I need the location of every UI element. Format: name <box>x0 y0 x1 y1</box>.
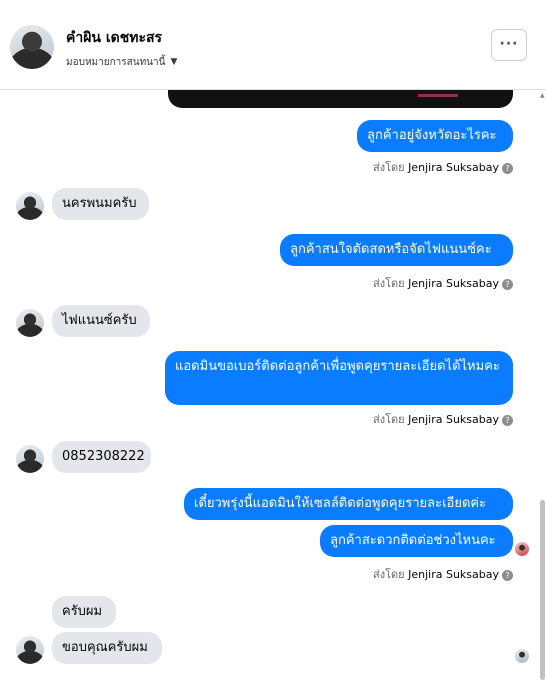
avatar <box>16 445 44 473</box>
sent-by-prefix: ส่งโดย <box>373 568 405 581</box>
sent-by-label: ส่งโดย Jenjira Suksabay? <box>373 274 513 292</box>
help-icon[interactable]: ? <box>502 163 513 174</box>
sent-by-label: ส่งโดย Jenjira Suksabay? <box>373 410 513 428</box>
scroll-up-icon[interactable]: ▲ <box>540 92 545 99</box>
message-bubble-incoming: ขอบคุณครับผม <box>52 632 162 664</box>
seen-avatar <box>515 649 529 663</box>
message-bubble-outgoing: ลูกค้าอยู่จังหวัดอะไรคะ <box>357 120 513 152</box>
seen-avatar <box>515 542 529 556</box>
message-bubble-incoming: ไฟแนนซ์ครับ <box>52 305 150 337</box>
help-icon[interactable]: ? <box>502 415 513 426</box>
sent-by-prefix: ส่งโดย <box>373 413 405 426</box>
message-bubble-outgoing: เดี๋ยวพรุ่งนี้แอดมินให้เซลล์ติดต่อพูดคุย… <box>184 488 513 520</box>
conversation-header: คำผิน เดชทะสร มอบหมายการสนทนานี้ ▼ ··· <box>0 0 546 90</box>
message-bubble-incoming: ครับผม <box>52 596 116 628</box>
avatar <box>16 192 44 220</box>
message-bubble-outgoing: ลูกค้าสะดวกติดต่อช่วงไหนคะ <box>320 525 513 557</box>
sent-by-prefix: ส่งโดย <box>373 161 405 174</box>
sent-by-label: ส่งโดย Jenjira Suksabay? <box>373 565 513 583</box>
scrollbar-thumb[interactable] <box>540 500 545 680</box>
sent-by-label: ส่งโดย Jenjira Suksabay? <box>373 158 513 176</box>
help-icon[interactable]: ? <box>502 279 513 290</box>
avatar <box>16 309 44 337</box>
message-bubble-incoming: นครพนมครับ <box>52 188 149 220</box>
sent-by-prefix: ส่งโดย <box>373 277 405 290</box>
media-attachment[interactable] <box>168 90 513 108</box>
assign-conversation-label: มอบหมายการสนทนานี้ <box>66 57 166 68</box>
message-bubble-outgoing: แอดมินขอเบอร์ติดต่อลูกค้าเพื่อพูดคุยรายล… <box>165 351 513 405</box>
sent-by-agent: Jenjira Suksabay <box>408 413 499 426</box>
help-icon[interactable]: ? <box>502 570 513 581</box>
avatar <box>16 636 44 664</box>
customer-name[interactable]: คำผิน เดชทะสร <box>66 27 162 49</box>
sent-by-agent: Jenjira Suksabay <box>408 568 499 581</box>
caret-down-icon: ▼ <box>170 57 178 67</box>
customer-avatar[interactable] <box>10 25 54 69</box>
message-bubble-outgoing: ลูกค้าสนใจตัดสดหรือจัดไฟแนนซ์คะ <box>280 234 513 266</box>
assign-conversation-dropdown[interactable]: มอบหมายการสนทนานี้ ▼ <box>66 55 177 70</box>
more-options-button[interactable]: ··· <box>491 29 527 61</box>
sent-by-agent: Jenjira Suksabay <box>408 277 499 290</box>
message-bubble-incoming: 0852308222 <box>52 441 151 473</box>
sent-by-agent: Jenjira Suksabay <box>408 161 499 174</box>
